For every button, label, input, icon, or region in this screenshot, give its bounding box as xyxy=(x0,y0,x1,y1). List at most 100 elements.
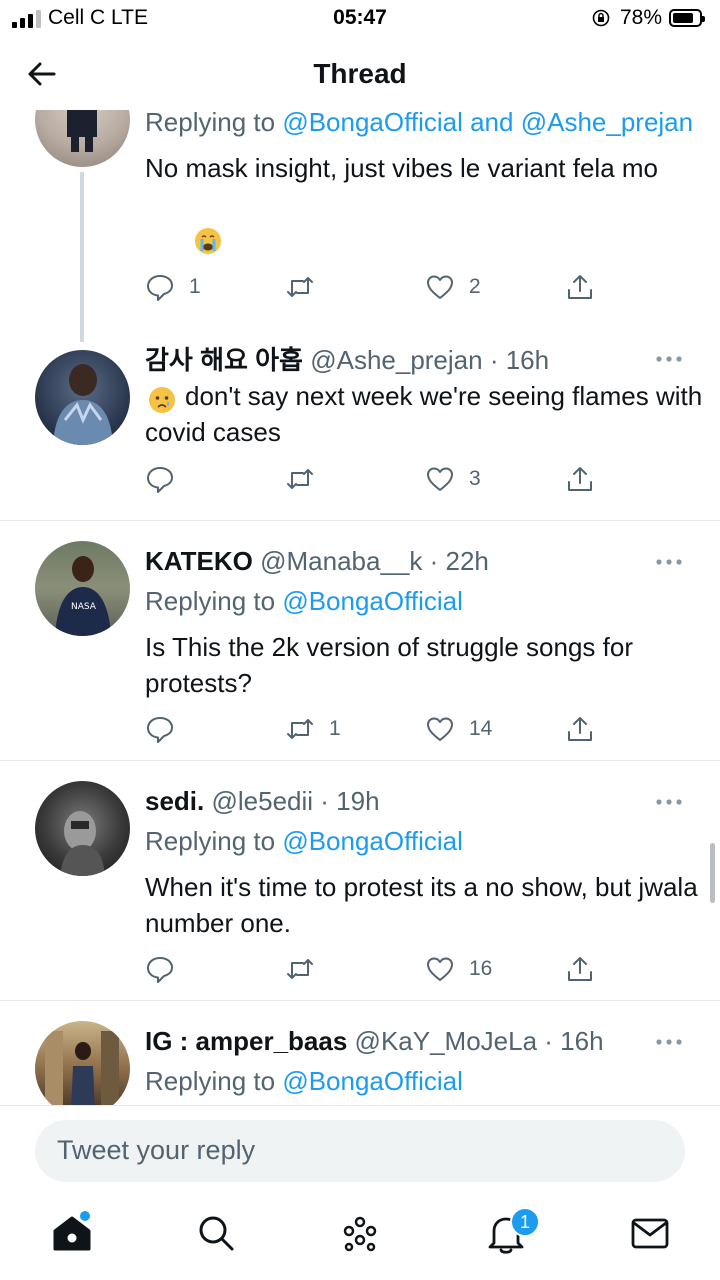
reply-placeholder: Tweet your reply xyxy=(57,1135,256,1165)
thread-timeline[interactable]: Replying to @BongaOfficial and @Ashe_pre… xyxy=(0,110,720,1105)
reply-button[interactable] xyxy=(145,464,189,494)
replying-to-label: Replying to xyxy=(145,1066,283,1096)
nav-search[interactable] xyxy=(194,1211,238,1255)
more-icon[interactable] xyxy=(654,354,684,364)
retweet-icon xyxy=(287,277,313,297)
author-name[interactable]: KATEKO xyxy=(145,546,253,576)
like-icon xyxy=(427,717,453,741)
more-icon[interactable] xyxy=(654,557,684,567)
share-button[interactable] xyxy=(565,464,595,494)
battery-percentage: 78% xyxy=(620,6,663,29)
avatar[interactable] xyxy=(35,350,130,445)
mention-link[interactable]: @BongaOfficial xyxy=(282,1066,463,1096)
like-count: 16 xyxy=(469,957,493,980)
like-button[interactable]: 3 xyxy=(425,464,481,494)
mention-link[interactable]: @BongaOfficial xyxy=(282,826,463,856)
tweet-meta: sedi. @le5edii · 19h xyxy=(145,786,380,816)
reply-icon xyxy=(147,717,173,743)
like-icon xyxy=(427,467,453,491)
avatar[interactable]: NASA xyxy=(35,541,130,636)
tweet-text: When it's time to protest its a no show,… xyxy=(145,872,698,938)
like-button[interactable]: 2 xyxy=(425,272,481,302)
more-icon[interactable] xyxy=(654,797,684,807)
composer-divider xyxy=(0,1105,720,1106)
share-icon xyxy=(568,957,592,981)
crying-face-emoji-icon xyxy=(149,387,175,413)
notification-badge: 1 xyxy=(510,1207,540,1237)
replying-to: Replying to @BongaOfficial xyxy=(145,583,705,619)
reply-icon xyxy=(147,467,173,493)
author-name[interactable]: IG : amper_baas xyxy=(145,1026,347,1056)
more-icon[interactable] xyxy=(654,1037,684,1047)
mention-link[interactable]: @BongaOfficial and @Ashe_prejan xyxy=(282,110,693,137)
replying-to: Replying to @BongaOfficial and @Ashe_pre… xyxy=(145,110,705,140)
tweet[interactable]: IG : amper_baas @KaY_MoJeLa · 16h Replyi… xyxy=(0,1001,720,1105)
author-handle[interactable]: @KaY_MoJeLa xyxy=(355,1026,538,1056)
author-name[interactable]: 감사 해요 아홉 xyxy=(145,345,303,375)
tweet-text: don't say next week we're seeing flames … xyxy=(145,378,705,450)
share-icon xyxy=(568,717,592,741)
retweet-count: 1 xyxy=(329,717,341,740)
like-button[interactable]: 16 xyxy=(425,954,492,984)
like-count: 14 xyxy=(469,717,493,740)
tweet-time: 22h xyxy=(445,546,489,576)
tweet[interactable]: 감사 해요 아홉 @Ashe_prejan · 16h don't say ne… xyxy=(0,340,720,520)
battery-icon xyxy=(669,9,705,27)
reply-button[interactable]: 1 xyxy=(145,272,201,302)
thread-connector xyxy=(80,172,84,342)
retweet-button[interactable] xyxy=(285,954,329,984)
reply-count: 1 xyxy=(189,275,201,298)
bottom-navigation: 1 xyxy=(0,1195,720,1280)
scrollbar[interactable] xyxy=(710,843,715,903)
retweet-button[interactable]: 1 xyxy=(285,714,341,744)
tweet-actions: 3 xyxy=(145,464,615,500)
like-button[interactable]: 14 xyxy=(425,714,492,744)
author-handle[interactable]: @le5edii xyxy=(211,786,313,816)
tweet-text: Is This the 2k version of struggle songs… xyxy=(145,632,633,698)
like-icon xyxy=(427,275,453,299)
retweet-button[interactable] xyxy=(285,272,329,302)
retweet-icon xyxy=(287,469,313,489)
reply-input[interactable]: Tweet your reply xyxy=(35,1120,685,1182)
tweet-time: 16h xyxy=(505,345,550,375)
reply-icon xyxy=(147,957,173,983)
spaces-icon xyxy=(343,1216,377,1252)
avatar[interactable] xyxy=(35,781,130,876)
replying-to-label: Replying to xyxy=(145,826,283,856)
crying-emoji-icon xyxy=(195,228,221,254)
tweet[interactable]: NASA KATEKO @Manaba__k · 22h Replying to… xyxy=(0,521,720,761)
share-button[interactable] xyxy=(565,272,595,302)
status-bar: Cell C LTE 05:47 78% xyxy=(0,0,720,36)
share-icon xyxy=(568,467,592,491)
avatar[interactable] xyxy=(35,1021,130,1105)
nav-messages[interactable] xyxy=(628,1211,672,1255)
tweet-actions: 16 xyxy=(145,954,615,990)
reply-button[interactable] xyxy=(145,714,189,744)
share-button[interactable] xyxy=(565,714,595,744)
status-time: 05:47 xyxy=(333,6,387,29)
tweet-meta: IG : amper_baas @KaY_MoJeLa · 16h xyxy=(145,1026,604,1056)
tweet[interactable]: Replying to @BongaOfficial and @Ashe_pre… xyxy=(0,110,720,342)
replying-to: Replying to @BongaOfficial xyxy=(145,1063,705,1099)
reply-button[interactable] xyxy=(145,954,189,984)
tweet-text-content: don't say next week we're seeing flames … xyxy=(145,381,703,447)
tweet[interactable]: sedi. @le5edii · 19h Replying to @BongaO… xyxy=(0,761,720,1001)
page-title: Thread xyxy=(313,58,407,89)
replying-to: Replying to @BongaOfficial xyxy=(145,823,705,859)
replying-to-label: Replying to xyxy=(145,586,283,616)
search-icon xyxy=(199,1216,234,1251)
author-name[interactable]: sedi. xyxy=(145,786,204,816)
mention-link[interactable]: @BongaOfficial xyxy=(282,586,463,616)
share-button[interactable] xyxy=(565,954,595,984)
tweet-actions: 1 14 xyxy=(145,714,615,750)
avatar[interactable] xyxy=(35,110,130,167)
orientation-lock-icon xyxy=(592,9,610,27)
share-icon xyxy=(568,275,592,299)
author-handle[interactable]: @Ashe_prejan xyxy=(310,345,482,375)
retweet-button[interactable] xyxy=(285,464,329,494)
author-handle[interactable]: @Manaba__k xyxy=(260,546,422,576)
tweet-time: 16h xyxy=(560,1026,604,1056)
like-count: 2 xyxy=(469,275,481,298)
nav-spaces[interactable] xyxy=(338,1211,382,1255)
tweet-actions: 1 2 xyxy=(145,272,615,308)
